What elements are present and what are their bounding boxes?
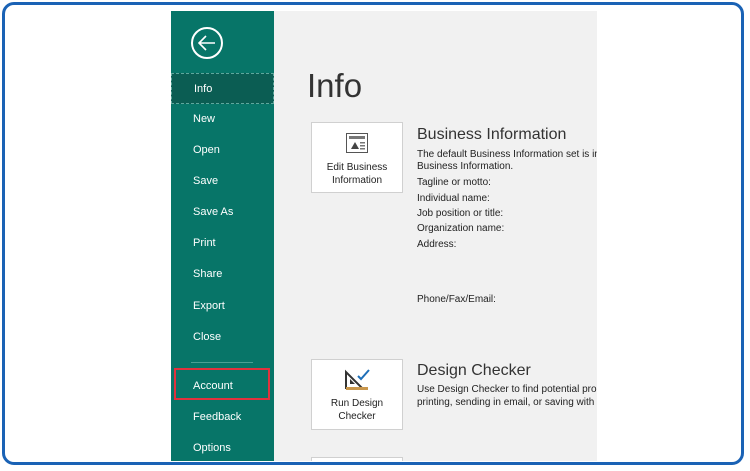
nav-item-save-as[interactable]: Save As bbox=[171, 197, 274, 228]
business-info-description-1: The default Business Information set is … bbox=[417, 149, 597, 160]
design-checker-heading: Design Checker bbox=[417, 362, 531, 379]
field-individual-name: Individual name: bbox=[417, 193, 490, 204]
business-info-icon bbox=[346, 133, 368, 153]
field-organization-name: Organization name: bbox=[417, 223, 505, 234]
page-title: Info bbox=[307, 67, 363, 104]
backstage-window: Info New Open Save Save As Print Share E… bbox=[171, 11, 597, 461]
run-design-checker-button[interactable]: Run Design Checker bbox=[311, 359, 403, 430]
run-design-label-line2: Checker bbox=[338, 411, 376, 422]
nav-item-info[interactable]: Info bbox=[171, 73, 274, 104]
nav-item-close[interactable]: Close bbox=[171, 322, 274, 353]
field-tagline: Tagline or motto: bbox=[417, 177, 491, 188]
field-address: Address: bbox=[417, 239, 457, 250]
back-arrow-icon bbox=[198, 35, 215, 51]
info-content: Info Edit Business Information Business … bbox=[274, 11, 597, 461]
nav-item-save[interactable]: Save bbox=[171, 166, 274, 197]
run-design-label-line1: Run Design bbox=[330, 398, 384, 409]
next-tile-button[interactable] bbox=[311, 457, 403, 461]
backstage-sidebar: Info New Open Save Save As Print Share E… bbox=[171, 11, 274, 461]
nav-item-account[interactable]: Account bbox=[171, 371, 274, 402]
field-phone-fax-email: Phone/Fax/Email: bbox=[417, 294, 496, 305]
nav-divider bbox=[191, 362, 253, 363]
nav-item-share[interactable]: Share bbox=[171, 259, 274, 290]
nav-item-options[interactable]: Options bbox=[171, 433, 274, 461]
edit-business-label-line1: Edit Business bbox=[326, 162, 388, 173]
nav-item-feedback[interactable]: Feedback bbox=[171, 402, 274, 433]
business-info-description-2: Business Information. bbox=[417, 161, 514, 172]
nav-item-open[interactable]: Open bbox=[171, 135, 274, 166]
nav-item-export[interactable]: Export bbox=[171, 291, 274, 322]
design-checker-icon bbox=[345, 369, 370, 390]
nav-item-new[interactable]: New bbox=[171, 104, 274, 135]
nav-item-print[interactable]: Print bbox=[171, 228, 274, 259]
back-arrow-button[interactable] bbox=[191, 27, 223, 59]
field-job-position: Job position or title: bbox=[417, 208, 504, 219]
design-checker-description-1: Use Design Checker to find potential pro… bbox=[417, 384, 597, 395]
edit-business-label-line2: Information bbox=[331, 175, 383, 186]
design-checker-description-2: printing, sending in email, or saving wi… bbox=[417, 397, 595, 408]
business-info-heading: Business Information bbox=[417, 126, 567, 143]
edit-business-info-button[interactable]: Edit Business Information bbox=[311, 122, 403, 193]
